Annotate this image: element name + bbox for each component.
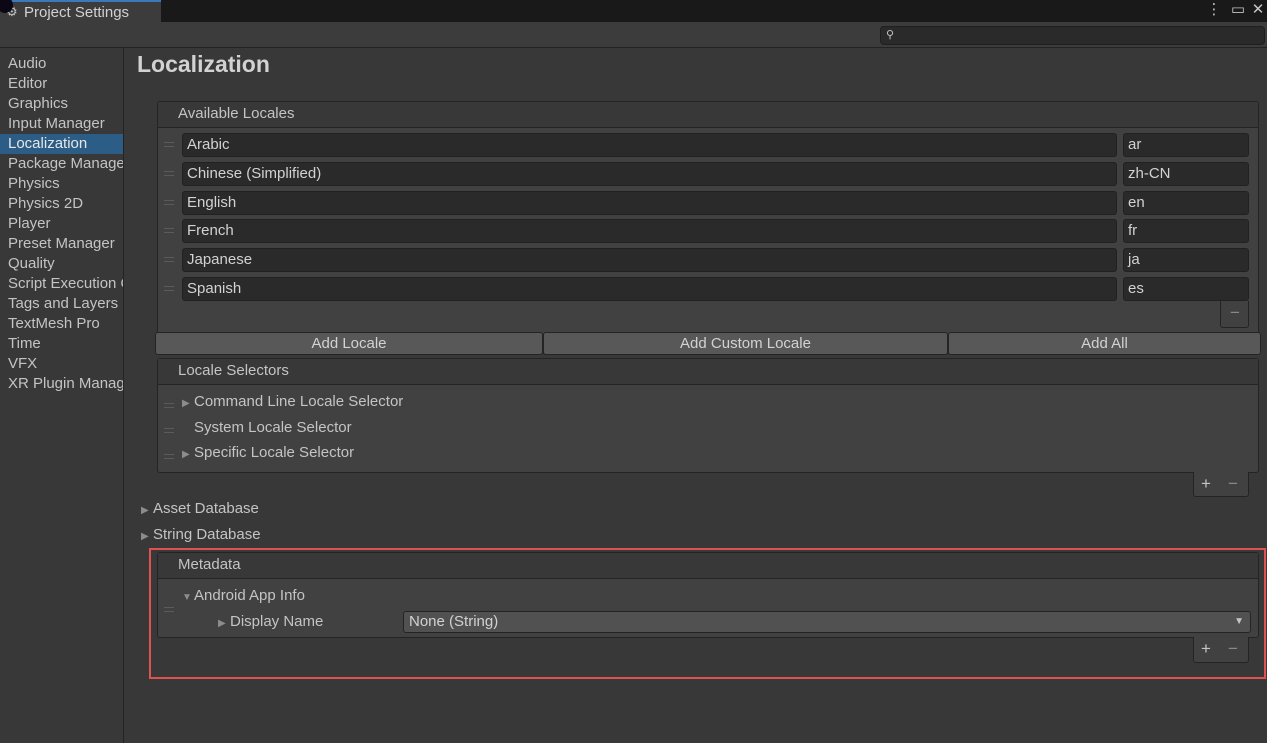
sidebar-item-package-manager[interactable]: Package Manager bbox=[0, 154, 123, 174]
window-title: Project Settings bbox=[24, 3, 130, 21]
toolbar: ⚲ bbox=[0, 22, 1267, 48]
drag-handle-icon[interactable] bbox=[164, 428, 174, 433]
drag-handle-icon[interactable] bbox=[164, 200, 174, 205]
selector-label: Command Line Locale Selector bbox=[194, 393, 404, 410]
close-icon[interactable]: ✕ bbox=[1249, 0, 1267, 20]
sidebar-item-editor[interactable]: Editor bbox=[0, 74, 123, 94]
expand-arrow-icon[interactable]: ▶ bbox=[218, 618, 230, 629]
locale-code-field[interactable]: ar bbox=[1123, 133, 1249, 157]
locale-code-field[interactable]: es bbox=[1123, 277, 1249, 301]
field-label: Display Name bbox=[230, 613, 324, 630]
string-database-foldout[interactable]: ▶ String Database bbox=[141, 526, 261, 543]
sidebar-item-localization[interactable]: Localization bbox=[0, 134, 123, 154]
add-locale-button[interactable]: Add Locale bbox=[155, 332, 543, 355]
add-selector-button[interactable]: + bbox=[1201, 474, 1211, 494]
locale-name-field[interactable]: Chinese (Simplified) bbox=[182, 162, 1117, 186]
sidebar-item-physics-2d[interactable]: Physics 2D bbox=[0, 194, 123, 214]
search-input[interactable]: ⚲ bbox=[880, 26, 1265, 45]
foldout-label: Android App Info bbox=[194, 587, 305, 604]
sidebar-item-audio[interactable]: Audio bbox=[0, 54, 123, 74]
metadata-list-footer: + − bbox=[1193, 637, 1249, 663]
locale-selectors-panel: Locale Selectors ▶ Command Line Locale Se… bbox=[157, 358, 1259, 473]
available-locales-panel: Available Locales Arabic ar Chinese (Sim… bbox=[157, 101, 1259, 354]
selector-label: Specific Locale Selector bbox=[194, 444, 355, 461]
drag-handle-icon[interactable] bbox=[164, 286, 174, 291]
locale-selectors-header: Locale Selectors bbox=[158, 359, 1258, 385]
drag-handle-icon[interactable] bbox=[164, 171, 174, 176]
available-locales-header: Available Locales bbox=[158, 102, 1258, 128]
expand-arrow-icon[interactable]: ▶ bbox=[182, 398, 194, 409]
sidebar-item-vfx[interactable]: VFX bbox=[0, 354, 123, 374]
locale-code-field[interactable]: fr bbox=[1123, 219, 1249, 243]
expand-arrow-icon[interactable]: ▶ bbox=[141, 531, 153, 542]
sidebar-item-player[interactable]: Player bbox=[0, 214, 123, 234]
sidebar-item-textmesh-pro[interactable]: TextMesh Pro bbox=[0, 314, 123, 334]
sidebar-item-preset-manager[interactable]: Preset Manager bbox=[0, 234, 123, 254]
dropdown-value: None (String) bbox=[409, 613, 499, 630]
sidebar-item-xr-plugin-management[interactable]: XR Plugin Management bbox=[0, 374, 123, 394]
drag-handle-icon[interactable] bbox=[164, 228, 174, 233]
foldout-label: String Database bbox=[153, 526, 261, 543]
locale-name-field[interactable]: English bbox=[182, 191, 1117, 215]
locale-name-field[interactable]: French bbox=[182, 219, 1117, 243]
locales-list-footer: − bbox=[1220, 301, 1249, 328]
drag-handle-icon[interactable] bbox=[164, 142, 174, 147]
menu-icon[interactable]: ⋮ bbox=[1206, 0, 1222, 20]
drag-handle-icon[interactable] bbox=[164, 607, 174, 612]
remove-locale-button[interactable]: − bbox=[1230, 303, 1240, 323]
metadata-header: Metadata bbox=[158, 553, 1258, 579]
drag-handle-icon[interactable] bbox=[164, 403, 174, 408]
collapse-arrow-icon[interactable]: ▼ bbox=[182, 592, 194, 603]
sidebar-item-input-manager[interactable]: Input Manager bbox=[0, 114, 123, 134]
android-app-info-foldout[interactable]: ▼ Android App Info bbox=[182, 587, 305, 604]
add-custom-locale-button[interactable]: Add Custom Locale bbox=[543, 332, 948, 355]
title-bar: ⚙ Project Settings ⋮ ▭ ✕ bbox=[0, 0, 1267, 22]
locale-code-field[interactable]: en bbox=[1123, 191, 1249, 215]
search-icon: ⚲ bbox=[886, 29, 895, 41]
locale-name-field[interactable]: Spanish bbox=[182, 277, 1117, 301]
add-metadata-button[interactable]: + bbox=[1201, 639, 1211, 659]
expand-arrow-icon[interactable]: ▶ bbox=[141, 505, 153, 516]
locale-code-field[interactable]: ja bbox=[1123, 248, 1249, 272]
locale-name-field[interactable]: Japanese bbox=[182, 248, 1117, 272]
window-tab[interactable]: ⚙ Project Settings bbox=[0, 0, 161, 22]
sidebar-item-physics[interactable]: Physics bbox=[0, 174, 123, 194]
system-locale-selector[interactable]: System Locale Selector bbox=[194, 419, 352, 436]
selectors-list-footer: + − bbox=[1193, 472, 1249, 497]
remove-selector-button[interactable]: − bbox=[1228, 474, 1238, 494]
display-name-dropdown[interactable]: None (String) ▼ bbox=[403, 611, 1251, 633]
add-all-button[interactable]: Add All bbox=[948, 332, 1261, 355]
sidebar-item-graphics[interactable]: Graphics bbox=[0, 94, 123, 114]
metadata-panel: Metadata ▼ Android App Info ▶ Display Name… bbox=[157, 552, 1259, 638]
sidebar: Audio Editor Graphics Input Manager Loca… bbox=[0, 48, 124, 743]
asset-database-foldout[interactable]: ▶ Asset Database bbox=[141, 500, 259, 517]
remove-metadata-button[interactable]: − bbox=[1228, 639, 1238, 659]
sidebar-item-tags-and-layers[interactable]: Tags and Layers bbox=[0, 294, 123, 314]
sidebar-item-time[interactable]: Time bbox=[0, 334, 123, 354]
drag-handle-icon[interactable] bbox=[164, 454, 174, 459]
sidebar-item-script-execution-order[interactable]: Script Execution Order bbox=[0, 274, 123, 294]
locale-name-field[interactable]: Arabic bbox=[182, 133, 1117, 157]
chevron-down-icon: ▼ bbox=[1234, 616, 1244, 627]
display-name-foldout[interactable]: ▶ Display Name bbox=[218, 613, 323, 630]
locale-code-field[interactable]: zh-CN bbox=[1123, 162, 1249, 186]
maximize-icon[interactable]: ▭ bbox=[1229, 0, 1247, 20]
specific-locale-selector[interactable]: ▶ Specific Locale Selector bbox=[182, 444, 354, 461]
page-title: Localization bbox=[137, 51, 270, 77]
main-content: Localization Available Locales Arabic ar… bbox=[125, 48, 1267, 743]
command-line-locale-selector[interactable]: ▶ Command Line Locale Selector bbox=[182, 393, 403, 410]
expand-arrow-icon[interactable]: ▶ bbox=[182, 449, 194, 460]
drag-handle-icon[interactable] bbox=[164, 257, 174, 262]
sidebar-item-quality[interactable]: Quality bbox=[0, 254, 123, 274]
foldout-label: Asset Database bbox=[153, 500, 259, 517]
